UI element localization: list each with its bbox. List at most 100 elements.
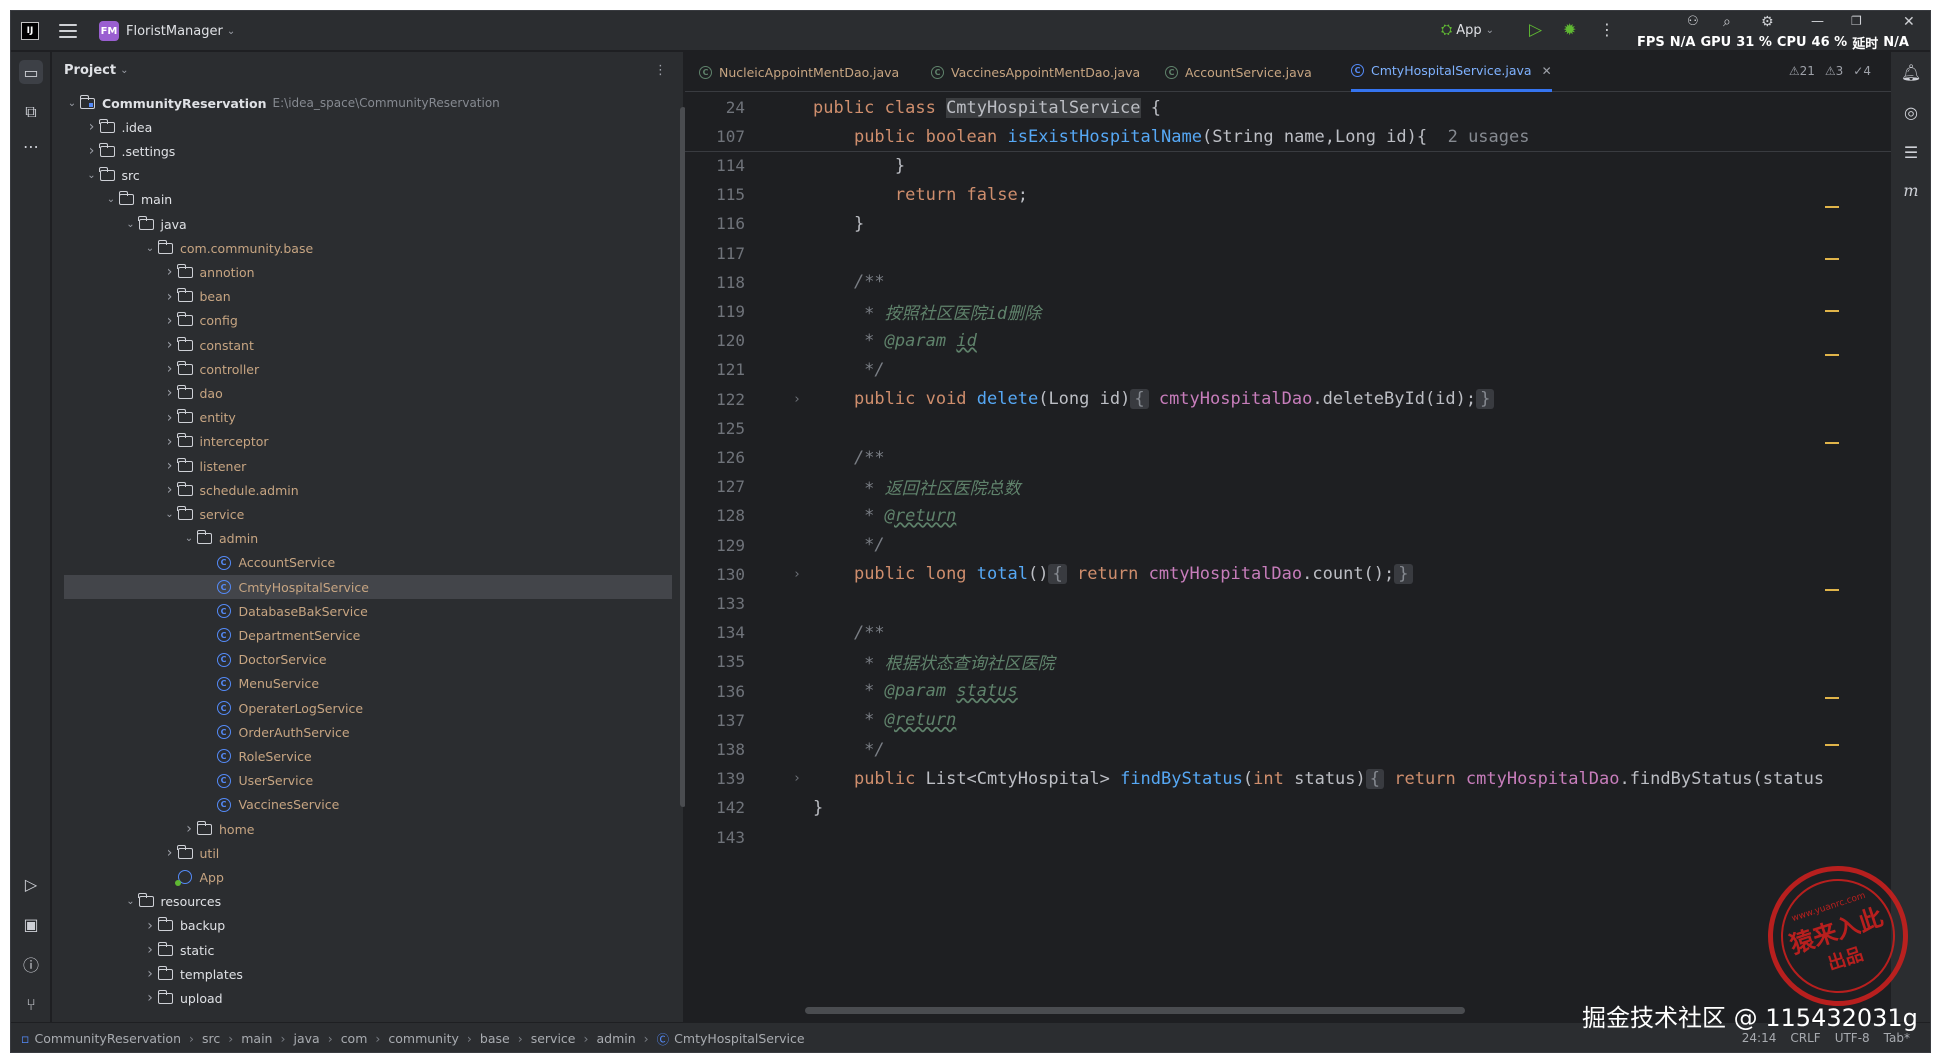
code-line[interactable]: 119 * 按照社区医院id删除 [685, 297, 1885, 326]
sticky-code-line[interactable]: 24 public class CmtyHospitalService { [685, 93, 1885, 122]
chevron-right-icon[interactable]: › [142, 990, 158, 1006]
inspection-marker[interactable] [1825, 310, 1839, 312]
panel-options-icon[interactable]: ⋮ [654, 63, 667, 78]
structure-tool-icon[interactable]: ⧉ [19, 100, 43, 124]
chevron-down-icon[interactable]: ⌄ [103, 194, 119, 205]
git-icon[interactable]: ⑂ [19, 992, 43, 1016]
tree-item[interactable]: App [64, 865, 672, 889]
fold-expand-icon[interactable]: › [793, 771, 801, 786]
tree-item[interactable]: C VaccinesService [64, 793, 672, 817]
tree-item[interactable]: C UserService [64, 769, 672, 793]
code-line[interactable]: 134 /** [685, 618, 1885, 647]
chevron-right-icon[interactable]: › [162, 337, 178, 353]
tree-item[interactable]: › .settings [64, 139, 672, 163]
code-line[interactable]: 129 */ [685, 531, 1885, 560]
tree-item[interactable]: C OrderAuthService [64, 720, 672, 744]
chevron-down-icon[interactable]: ⌄ [142, 243, 158, 254]
breadcrumb-item[interactable]: com [341, 1031, 368, 1046]
code-line[interactable]: 125 [685, 414, 1885, 443]
chevron-right-icon[interactable]: › [142, 918, 158, 934]
cursor-position[interactable]: 24:14 [1742, 1031, 1777, 1045]
tree-item[interactable]: ⌄ service [64, 502, 672, 526]
sticky-code-line[interactable]: 107 public boolean isExistHospitalName(S… [685, 122, 1885, 151]
tree-item[interactable]: › templates [64, 962, 672, 986]
settings-gear-icon[interactable]: ⚙ [1761, 14, 1774, 30]
tree-item[interactable]: C RoleService [64, 744, 672, 768]
code-line[interactable]: 121 */ [685, 355, 1885, 384]
tree-item[interactable]: › static [64, 938, 672, 962]
code-line[interactable]: 118 /** [685, 268, 1885, 297]
chevron-right-icon[interactable]: › [162, 458, 178, 474]
chevron-down-icon[interactable]: ⌄ [162, 509, 178, 520]
code-line[interactable]: 122 › public void delete(Long id){ cmtyHo… [685, 385, 1885, 414]
code-line[interactable]: 142} [685, 793, 1885, 822]
run-tool-icon[interactable]: ▷ [19, 872, 43, 896]
account-icon[interactable]: ⚇ [1687, 14, 1699, 29]
tree-item[interactable]: › config [64, 309, 672, 333]
inspection-marker[interactable] [1825, 442, 1839, 444]
inspection-marker[interactable] [1825, 744, 1839, 746]
restore-icon[interactable]: ❐ [1851, 14, 1862, 28]
code-editor[interactable]: 24 public class CmtyHospitalService {107 … [685, 92, 1891, 1022]
chevron-right-icon[interactable]: › [162, 434, 178, 450]
chevron-right-icon[interactable]: › [162, 264, 178, 280]
tree-item[interactable]: C DepartmentService [64, 623, 672, 647]
search-icon[interactable]: ⌕ [1723, 14, 1731, 30]
chevron-down-icon[interactable]: ⌄ [64, 98, 80, 109]
tree-item[interactable]: › schedule.admin [64, 478, 672, 502]
database-icon[interactable]: ☰ [1899, 140, 1923, 164]
chevron-right-icon[interactable]: › [142, 942, 158, 958]
tree-item[interactable]: › util [64, 841, 672, 865]
ide-logo-icon[interactable]: IJ [21, 22, 39, 40]
chevron-right-icon[interactable]: › [162, 482, 178, 498]
code-line[interactable]: 137 * @return [685, 706, 1885, 735]
more-actions-icon[interactable]: ⋮ [1599, 20, 1615, 39]
more-tools-icon[interactable]: ⋯ [19, 134, 43, 158]
breadcrumb-item[interactable]: CommunityReservation [34, 1031, 181, 1046]
code-line[interactable]: 117 [685, 239, 1885, 268]
tree-item[interactable]: ⌄ admin [64, 527, 672, 551]
code-line[interactable]: 135 * 根据状态查询社区医院 [685, 647, 1885, 676]
code-line[interactable]: 115 return false; [685, 180, 1885, 209]
tree-item[interactable]: › backup [64, 914, 672, 938]
tree-item[interactable]: ⌄ com.community.base [64, 236, 672, 260]
code-line[interactable]: 139 › public List<CmtyHospital> findBySta… [685, 764, 1885, 793]
code-line[interactable]: 127 * 返回社区医院总数 [685, 472, 1885, 501]
maven-icon[interactable]: m [1899, 178, 1923, 202]
tree-item[interactable]: C MenuService [64, 672, 672, 696]
code-line[interactable]: 138 */ [685, 735, 1885, 764]
chevron-right-icon[interactable]: › [162, 410, 178, 426]
inspection-marker[interactable] [1825, 258, 1839, 260]
tree-item[interactable]: › upload [64, 986, 672, 1010]
tree-item[interactable]: ⌄ resources [64, 890, 672, 914]
code-line[interactable]: 133 [685, 589, 1885, 618]
chevron-right-icon[interactable]: › [162, 361, 178, 377]
terminal-icon[interactable]: ▣ [19, 912, 43, 936]
tree-item[interactable]: ⌄ main [64, 188, 672, 212]
code-line[interactable]: 120 * @param id [685, 326, 1885, 355]
code-line[interactable]: 143 [685, 823, 1885, 852]
chevron-right-icon[interactable]: › [181, 821, 197, 837]
breadcrumb-item[interactable]: community [388, 1031, 459, 1046]
inspection-marker[interactable] [1825, 206, 1839, 208]
code-line[interactable]: 126 /** [685, 443, 1885, 472]
chevron-down-icon[interactable]: ⌄ [84, 170, 100, 181]
tree-item[interactable]: C DatabaseBakService [64, 599, 672, 623]
editor-tab[interactable]: C AccountService.java [1165, 52, 1312, 92]
inspection-marker[interactable] [1825, 697, 1839, 699]
tree-item[interactable]: C CmtyHospitalService [64, 575, 672, 599]
breadcrumb-item[interactable]: src [202, 1031, 220, 1046]
tree-item[interactable]: › .idea [64, 115, 672, 139]
breadcrumb-item[interactable]: admin [596, 1031, 635, 1046]
breadcrumb-item[interactable]: main [241, 1031, 272, 1046]
tree-item[interactable]: › listener [64, 454, 672, 478]
tree-item[interactable]: › controller [64, 357, 672, 381]
tree-item[interactable]: › annotion [64, 260, 672, 284]
debug-icon[interactable]: ✹ [1563, 20, 1576, 39]
line-separator[interactable]: CRLF [1790, 1031, 1820, 1045]
chevron-right-icon[interactable]: › [162, 289, 178, 305]
chevron-right-icon[interactable]: › [142, 966, 158, 982]
tree-item[interactable]: ⌄ java [64, 212, 672, 236]
project-tool-icon[interactable]: ▭ [19, 60, 43, 84]
run-config-selector[interactable]: ⛭ App ⌄ [1441, 22, 1494, 38]
